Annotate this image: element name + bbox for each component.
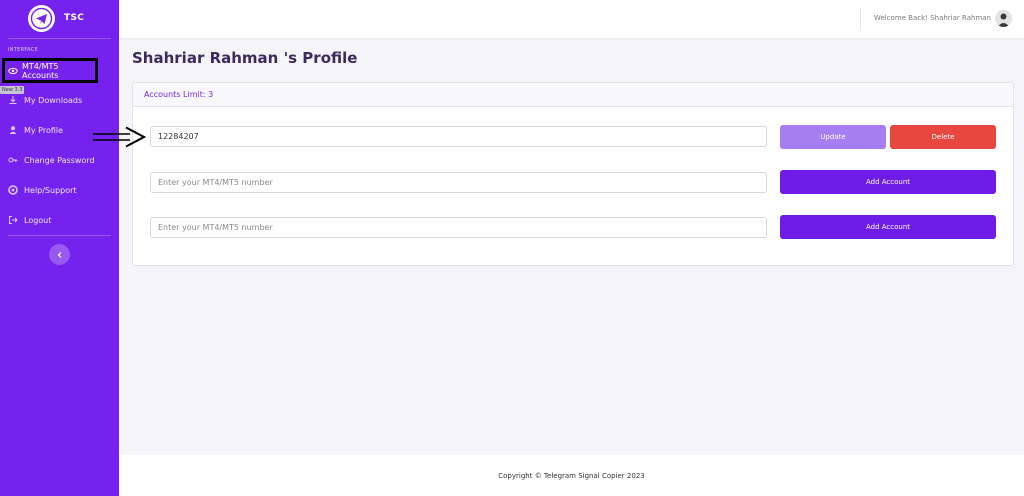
page-title: Shahriar Rahman 's Profile (132, 49, 358, 67)
welcome-text: Welcome Back! Shahriar Rahman (873, 14, 991, 22)
key-icon (8, 155, 18, 165)
section-label: INTERFACE (8, 47, 39, 53)
account-input-2[interactable] (150, 172, 767, 193)
add-account-button[interactable]: Add Account (780, 215, 996, 239)
account-input-1[interactable] (150, 126, 767, 147)
update-button[interactable]: Update (780, 125, 886, 149)
accounts-icon (8, 66, 18, 76)
add-account-button[interactable]: Add Account (780, 170, 996, 194)
logout-icon (8, 215, 18, 225)
accounts-limit-label: Accounts Limit: 3 (144, 90, 214, 99)
sidebar-item-label: Help/Support (24, 185, 77, 195)
account-input-3[interactable] (150, 217, 767, 238)
sidebar-item-accounts[interactable]: MT4/MT5 Accounts (2, 58, 98, 83)
topbar-divider (860, 8, 861, 29)
sidebar-item-label: Logout (24, 215, 52, 225)
delete-button[interactable]: Delete (890, 125, 996, 149)
sidebar-item-label: My Downloads (24, 95, 83, 105)
brand[interactable]: TSC (0, 0, 119, 38)
topbar: Welcome Back! Shahriar Rahman (119, 0, 1024, 38)
sidebar-item-logout[interactable]: Logout (0, 209, 119, 231)
sidebar-item-label: MT4/MT5 Accounts (22, 61, 59, 80)
download-icon (8, 95, 18, 105)
sidebar-divider (8, 38, 111, 39)
sidebar-item-label: My Profile (24, 125, 64, 135)
copyright-text: Copyright © Telegram Signal Copier 2023 (498, 472, 645, 480)
sidebar-divider (8, 235, 111, 236)
sidebar-item-help[interactable]: Help/Support (0, 179, 119, 201)
footer: Copyright © Telegram Signal Copier 2023 (119, 455, 1024, 496)
card-header: Accounts Limit: 3 (133, 83, 1013, 107)
sidebar-item-change-password[interactable]: Change Password (0, 149, 119, 171)
sidebar-item-downloads[interactable]: My Downloads (0, 89, 119, 111)
chevron-left-icon (57, 251, 61, 258)
avatar-icon (995, 10, 1012, 27)
user-icon (8, 125, 18, 135)
pointer-arrow-icon (93, 126, 146, 148)
brand-name: TSC (64, 13, 85, 23)
sidebar-item-label: Change Password (24, 155, 95, 165)
help-icon (8, 185, 18, 195)
sidebar: TSC INTERFACE MT4/MT5 Accounts New 3.3 M… (0, 0, 119, 496)
sidebar-collapse-button[interactable] (49, 244, 70, 265)
telegram-logo-icon (28, 5, 55, 32)
user-avatar[interactable] (995, 10, 1012, 27)
